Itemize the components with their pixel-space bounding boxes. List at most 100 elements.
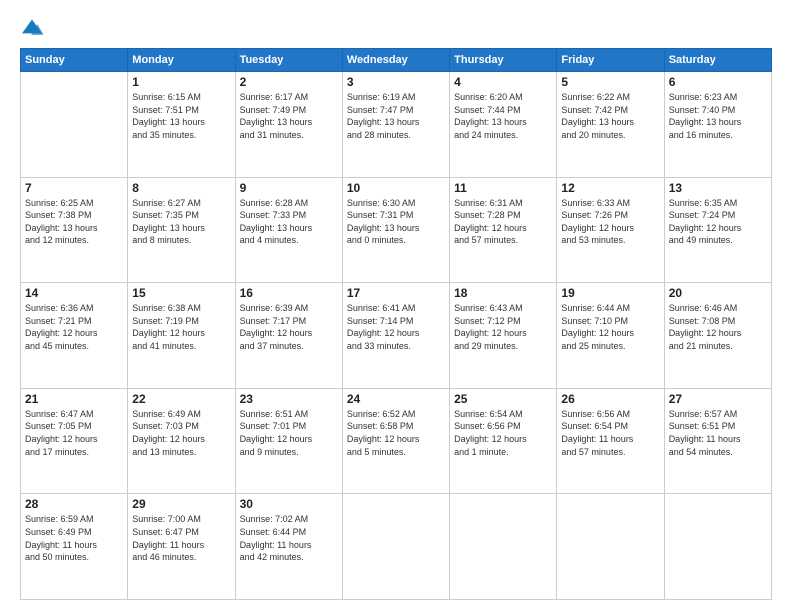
weekday-header-saturday: Saturday xyxy=(664,49,771,72)
cell-info: Sunrise: 6:46 AM Sunset: 7:08 PM Dayligh… xyxy=(669,302,767,352)
weekday-header-tuesday: Tuesday xyxy=(235,49,342,72)
logo xyxy=(20,18,48,38)
calendar-week-5: 28 Sunrise: 6:59 AM Sunset: 6:49 PM Dayli… xyxy=(21,494,772,600)
calendar-cell: 30 Sunrise: 7:02 AM Sunset: 6:44 PM Dayli… xyxy=(235,494,342,600)
calendar-week-2: 7 Sunrise: 6:25 AM Sunset: 7:38 PM Daylig… xyxy=(21,177,772,283)
calendar-cell: 13 Sunrise: 6:35 AM Sunset: 7:24 PM Dayli… xyxy=(664,177,771,283)
calendar-cell: 22 Sunrise: 6:49 AM Sunset: 7:03 PM Dayli… xyxy=(128,388,235,494)
calendar-cell: 14 Sunrise: 6:36 AM Sunset: 7:21 PM Dayli… xyxy=(21,283,128,389)
day-number: 3 xyxy=(347,75,445,89)
cell-info: Sunrise: 6:22 AM Sunset: 7:42 PM Dayligh… xyxy=(561,91,659,141)
calendar-cell: 29 Sunrise: 7:00 AM Sunset: 6:47 PM Dayli… xyxy=(128,494,235,600)
calendar-cell xyxy=(450,494,557,600)
calendar-cell: 19 Sunrise: 6:44 AM Sunset: 7:10 PM Dayli… xyxy=(557,283,664,389)
calendar-cell: 3 Sunrise: 6:19 AM Sunset: 7:47 PM Daylig… xyxy=(342,72,449,178)
calendar-cell: 15Sunrise: 6:38 AM Sunset: 7:19 PM Dayli… xyxy=(128,283,235,389)
calendar-cell: 16 Sunrise: 6:39 AM Sunset: 7:17 PM Dayli… xyxy=(235,283,342,389)
cell-info: Sunrise: 6:56 AM Sunset: 6:54 PM Dayligh… xyxy=(561,408,659,458)
weekday-header-row: SundayMondayTuesdayWednesdayThursdayFrid… xyxy=(21,49,772,72)
calendar-cell: 2 Sunrise: 6:17 AM Sunset: 7:49 PM Daylig… xyxy=(235,72,342,178)
day-number: 5 xyxy=(561,75,659,89)
cell-info: Sunrise: 7:02 AM Sunset: 6:44 PM Dayligh… xyxy=(240,513,338,563)
day-number: 25 xyxy=(454,392,552,406)
calendar-cell: 18 Sunrise: 6:43 AM Sunset: 7:12 PM Dayli… xyxy=(450,283,557,389)
cell-info: Sunrise: 6:23 AM Sunset: 7:40 PM Dayligh… xyxy=(669,91,767,141)
cell-info: Sunrise: 6:30 AM Sunset: 7:31 PM Dayligh… xyxy=(347,197,445,247)
cell-info: Sunrise: 6:17 AM Sunset: 7:49 PM Dayligh… xyxy=(240,91,338,141)
day-number: 30 xyxy=(240,497,338,511)
day-number: 10 xyxy=(347,181,445,195)
calendar-cell xyxy=(342,494,449,600)
calendar-cell: 7 Sunrise: 6:25 AM Sunset: 7:38 PM Daylig… xyxy=(21,177,128,283)
calendar-cell: 8 Sunrise: 6:27 AM Sunset: 7:35 PM Daylig… xyxy=(128,177,235,283)
day-number: 1 xyxy=(132,75,230,89)
cell-info: Sunrise: 6:41 AM Sunset: 7:14 PM Dayligh… xyxy=(347,302,445,352)
calendar-cell: 12 Sunrise: 6:33 AM Sunset: 7:26 PM Dayli… xyxy=(557,177,664,283)
cell-info: Sunrise: 6:44 AM Sunset: 7:10 PM Dayligh… xyxy=(561,302,659,352)
calendar-cell xyxy=(21,72,128,178)
calendar-week-3: 14 Sunrise: 6:36 AM Sunset: 7:21 PM Dayli… xyxy=(21,283,772,389)
calendar-cell: 24 Sunrise: 6:52 AM Sunset: 6:58 PM Dayli… xyxy=(342,388,449,494)
day-number: 12 xyxy=(561,181,659,195)
cell-info: Sunrise: 6:39 AM Sunset: 7:17 PM Dayligh… xyxy=(240,302,338,352)
cell-info: Sunrise: 6:28 AM Sunset: 7:33 PM Dayligh… xyxy=(240,197,338,247)
calendar-cell: 10 Sunrise: 6:30 AM Sunset: 7:31 PM Dayli… xyxy=(342,177,449,283)
cell-info: Sunrise: 6:43 AM Sunset: 7:12 PM Dayligh… xyxy=(454,302,552,352)
cell-info: Sunrise: 6:47 AM Sunset: 7:05 PM Dayligh… xyxy=(25,408,123,458)
cell-info: Sunrise: 6:25 AM Sunset: 7:38 PM Dayligh… xyxy=(25,197,123,247)
day-number: 8 xyxy=(132,181,230,195)
calendar-cell: 17Sunrise: 6:41 AM Sunset: 7:14 PM Dayli… xyxy=(342,283,449,389)
day-number: 28 xyxy=(25,497,123,511)
calendar-cell: 27 Sunrise: 6:57 AM Sunset: 6:51 PM Dayli… xyxy=(664,388,771,494)
cell-info: Sunrise: 6:52 AM Sunset: 6:58 PM Dayligh… xyxy=(347,408,445,458)
cell-info: Sunrise: 6:51 AM Sunset: 7:01 PM Dayligh… xyxy=(240,408,338,458)
header xyxy=(20,18,772,38)
cell-info: Sunrise: 7:00 AM Sunset: 6:47 PM Dayligh… xyxy=(132,513,230,563)
cell-info: Sunrise: 6:38 AM Sunset: 7:19 PM Dayligh… xyxy=(132,302,230,352)
cell-info: Sunrise: 6:59 AM Sunset: 6:49 PM Dayligh… xyxy=(25,513,123,563)
page: SundayMondayTuesdayWednesdayThursdayFrid… xyxy=(0,0,792,612)
weekday-header-monday: Monday xyxy=(128,49,235,72)
calendar-cell: 5 Sunrise: 6:22 AM Sunset: 7:42 PM Daylig… xyxy=(557,72,664,178)
calendar-cell: 1 Sunrise: 6:15 AM Sunset: 7:51 PM Daylig… xyxy=(128,72,235,178)
day-number: 18 xyxy=(454,286,552,300)
calendar-cell: 4Sunrise: 6:20 AM Sunset: 7:44 PM Daylig… xyxy=(450,72,557,178)
weekday-header-sunday: Sunday xyxy=(21,49,128,72)
day-number: 11 xyxy=(454,181,552,195)
calendar-cell: 28 Sunrise: 6:59 AM Sunset: 6:49 PM Dayli… xyxy=(21,494,128,600)
cell-info: Sunrise: 6:35 AM Sunset: 7:24 PM Dayligh… xyxy=(669,197,767,247)
cell-info: Sunrise: 6:19 AM Sunset: 7:47 PM Dayligh… xyxy=(347,91,445,141)
calendar-cell: 21 Sunrise: 6:47 AM Sunset: 7:05 PM Dayli… xyxy=(21,388,128,494)
calendar-cell: 11 Sunrise: 6:31 AM Sunset: 7:28 PM Dayli… xyxy=(450,177,557,283)
cell-info: Sunrise: 6:57 AM Sunset: 6:51 PM Dayligh… xyxy=(669,408,767,458)
day-number: 22 xyxy=(132,392,230,406)
cell-info: Sunrise: 6:27 AM Sunset: 7:35 PM Dayligh… xyxy=(132,197,230,247)
cell-info: Sunrise: 6:31 AM Sunset: 7:28 PM Dayligh… xyxy=(454,197,552,247)
day-number: 21 xyxy=(25,392,123,406)
day-number: 24 xyxy=(347,392,445,406)
calendar-cell: 26 Sunrise: 6:56 AM Sunset: 6:54 PM Dayli… xyxy=(557,388,664,494)
day-number: 13 xyxy=(669,181,767,195)
calendar-cell: 6Sunrise: 6:23 AM Sunset: 7:40 PM Daylig… xyxy=(664,72,771,178)
cell-info: Sunrise: 6:49 AM Sunset: 7:03 PM Dayligh… xyxy=(132,408,230,458)
cell-info: Sunrise: 6:33 AM Sunset: 7:26 PM Dayligh… xyxy=(561,197,659,247)
day-number: 27 xyxy=(669,392,767,406)
logo-icon xyxy=(20,18,44,38)
day-number: 29 xyxy=(132,497,230,511)
weekday-header-friday: Friday xyxy=(557,49,664,72)
day-number: 26 xyxy=(561,392,659,406)
cell-info: Sunrise: 6:36 AM Sunset: 7:21 PM Dayligh… xyxy=(25,302,123,352)
day-number: 14 xyxy=(25,286,123,300)
calendar-cell: 9Sunrise: 6:28 AM Sunset: 7:33 PM Daylig… xyxy=(235,177,342,283)
calendar-week-1: 1 Sunrise: 6:15 AM Sunset: 7:51 PM Daylig… xyxy=(21,72,772,178)
cell-info: Sunrise: 6:20 AM Sunset: 7:44 PM Dayligh… xyxy=(454,91,552,141)
day-number: 2 xyxy=(240,75,338,89)
cell-info: Sunrise: 6:54 AM Sunset: 6:56 PM Dayligh… xyxy=(454,408,552,458)
day-number: 19 xyxy=(561,286,659,300)
calendar-cell: 23Sunrise: 6:51 AM Sunset: 7:01 PM Dayli… xyxy=(235,388,342,494)
calendar-week-4: 21 Sunrise: 6:47 AM Sunset: 7:05 PM Dayli… xyxy=(21,388,772,494)
cell-info: Sunrise: 6:15 AM Sunset: 7:51 PM Dayligh… xyxy=(132,91,230,141)
day-number: 7 xyxy=(25,181,123,195)
calendar-cell: 25 Sunrise: 6:54 AM Sunset: 6:56 PM Dayli… xyxy=(450,388,557,494)
day-number: 16 xyxy=(240,286,338,300)
